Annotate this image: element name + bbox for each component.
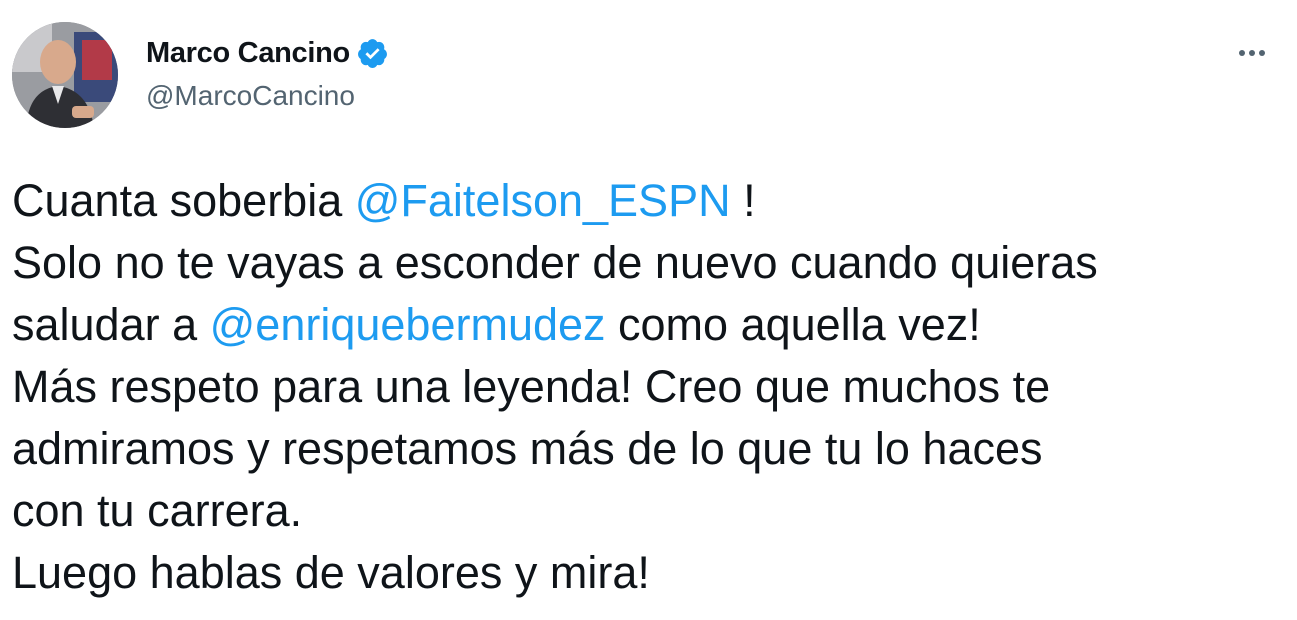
avatar[interactable]	[12, 22, 118, 128]
mention-link[interactable]: @Faitelson_ESPN	[355, 175, 731, 226]
mention-link[interactable]: @enriquebermudez	[210, 299, 606, 350]
more-options-icon[interactable]	[1228, 38, 1276, 68]
tweet-text: Cuanta soberbia @Faitelson_ESPN ! Solo n…	[12, 170, 1287, 604]
text-segment: como aquella vez!	[605, 299, 981, 350]
dot-icon	[1239, 50, 1245, 56]
tweet-line: Solo no te vayas a esconder de nuevo cua…	[12, 237, 1098, 288]
tweet-line: admiramos y respetamos más de lo que tu …	[12, 423, 1043, 474]
author-header: Marco Cancino @MarcoCancino	[146, 34, 389, 112]
tweet-line: con tu carrera.	[12, 485, 303, 536]
name-row: Marco Cancino	[146, 34, 389, 72]
tweet-line: Más respeto para una leyenda! Creo que m…	[12, 361, 1051, 412]
tweet-line: Cuanta soberbia @Faitelson_ESPN !	[12, 170, 1287, 232]
author-display-name[interactable]: Marco Cancino	[146, 37, 350, 70]
text-segment: Cuanta soberbia	[12, 175, 355, 226]
dot-icon	[1259, 50, 1265, 56]
verified-badge-icon	[356, 37, 389, 70]
text-segment: saludar a	[12, 299, 210, 350]
text-segment: !	[730, 175, 756, 226]
avatar-photo	[12, 22, 118, 128]
dot-icon	[1249, 50, 1255, 56]
tweet-card: Marco Cancino @MarcoCancino Cuanta sober…	[0, 0, 1297, 620]
tweet-line: saludar a @enriquebermudez como aquella …	[12, 294, 1287, 356]
author-handle[interactable]: @MarcoCancino	[146, 80, 389, 112]
tweet-line: Luego hablas de valores y mira!	[12, 547, 650, 598]
